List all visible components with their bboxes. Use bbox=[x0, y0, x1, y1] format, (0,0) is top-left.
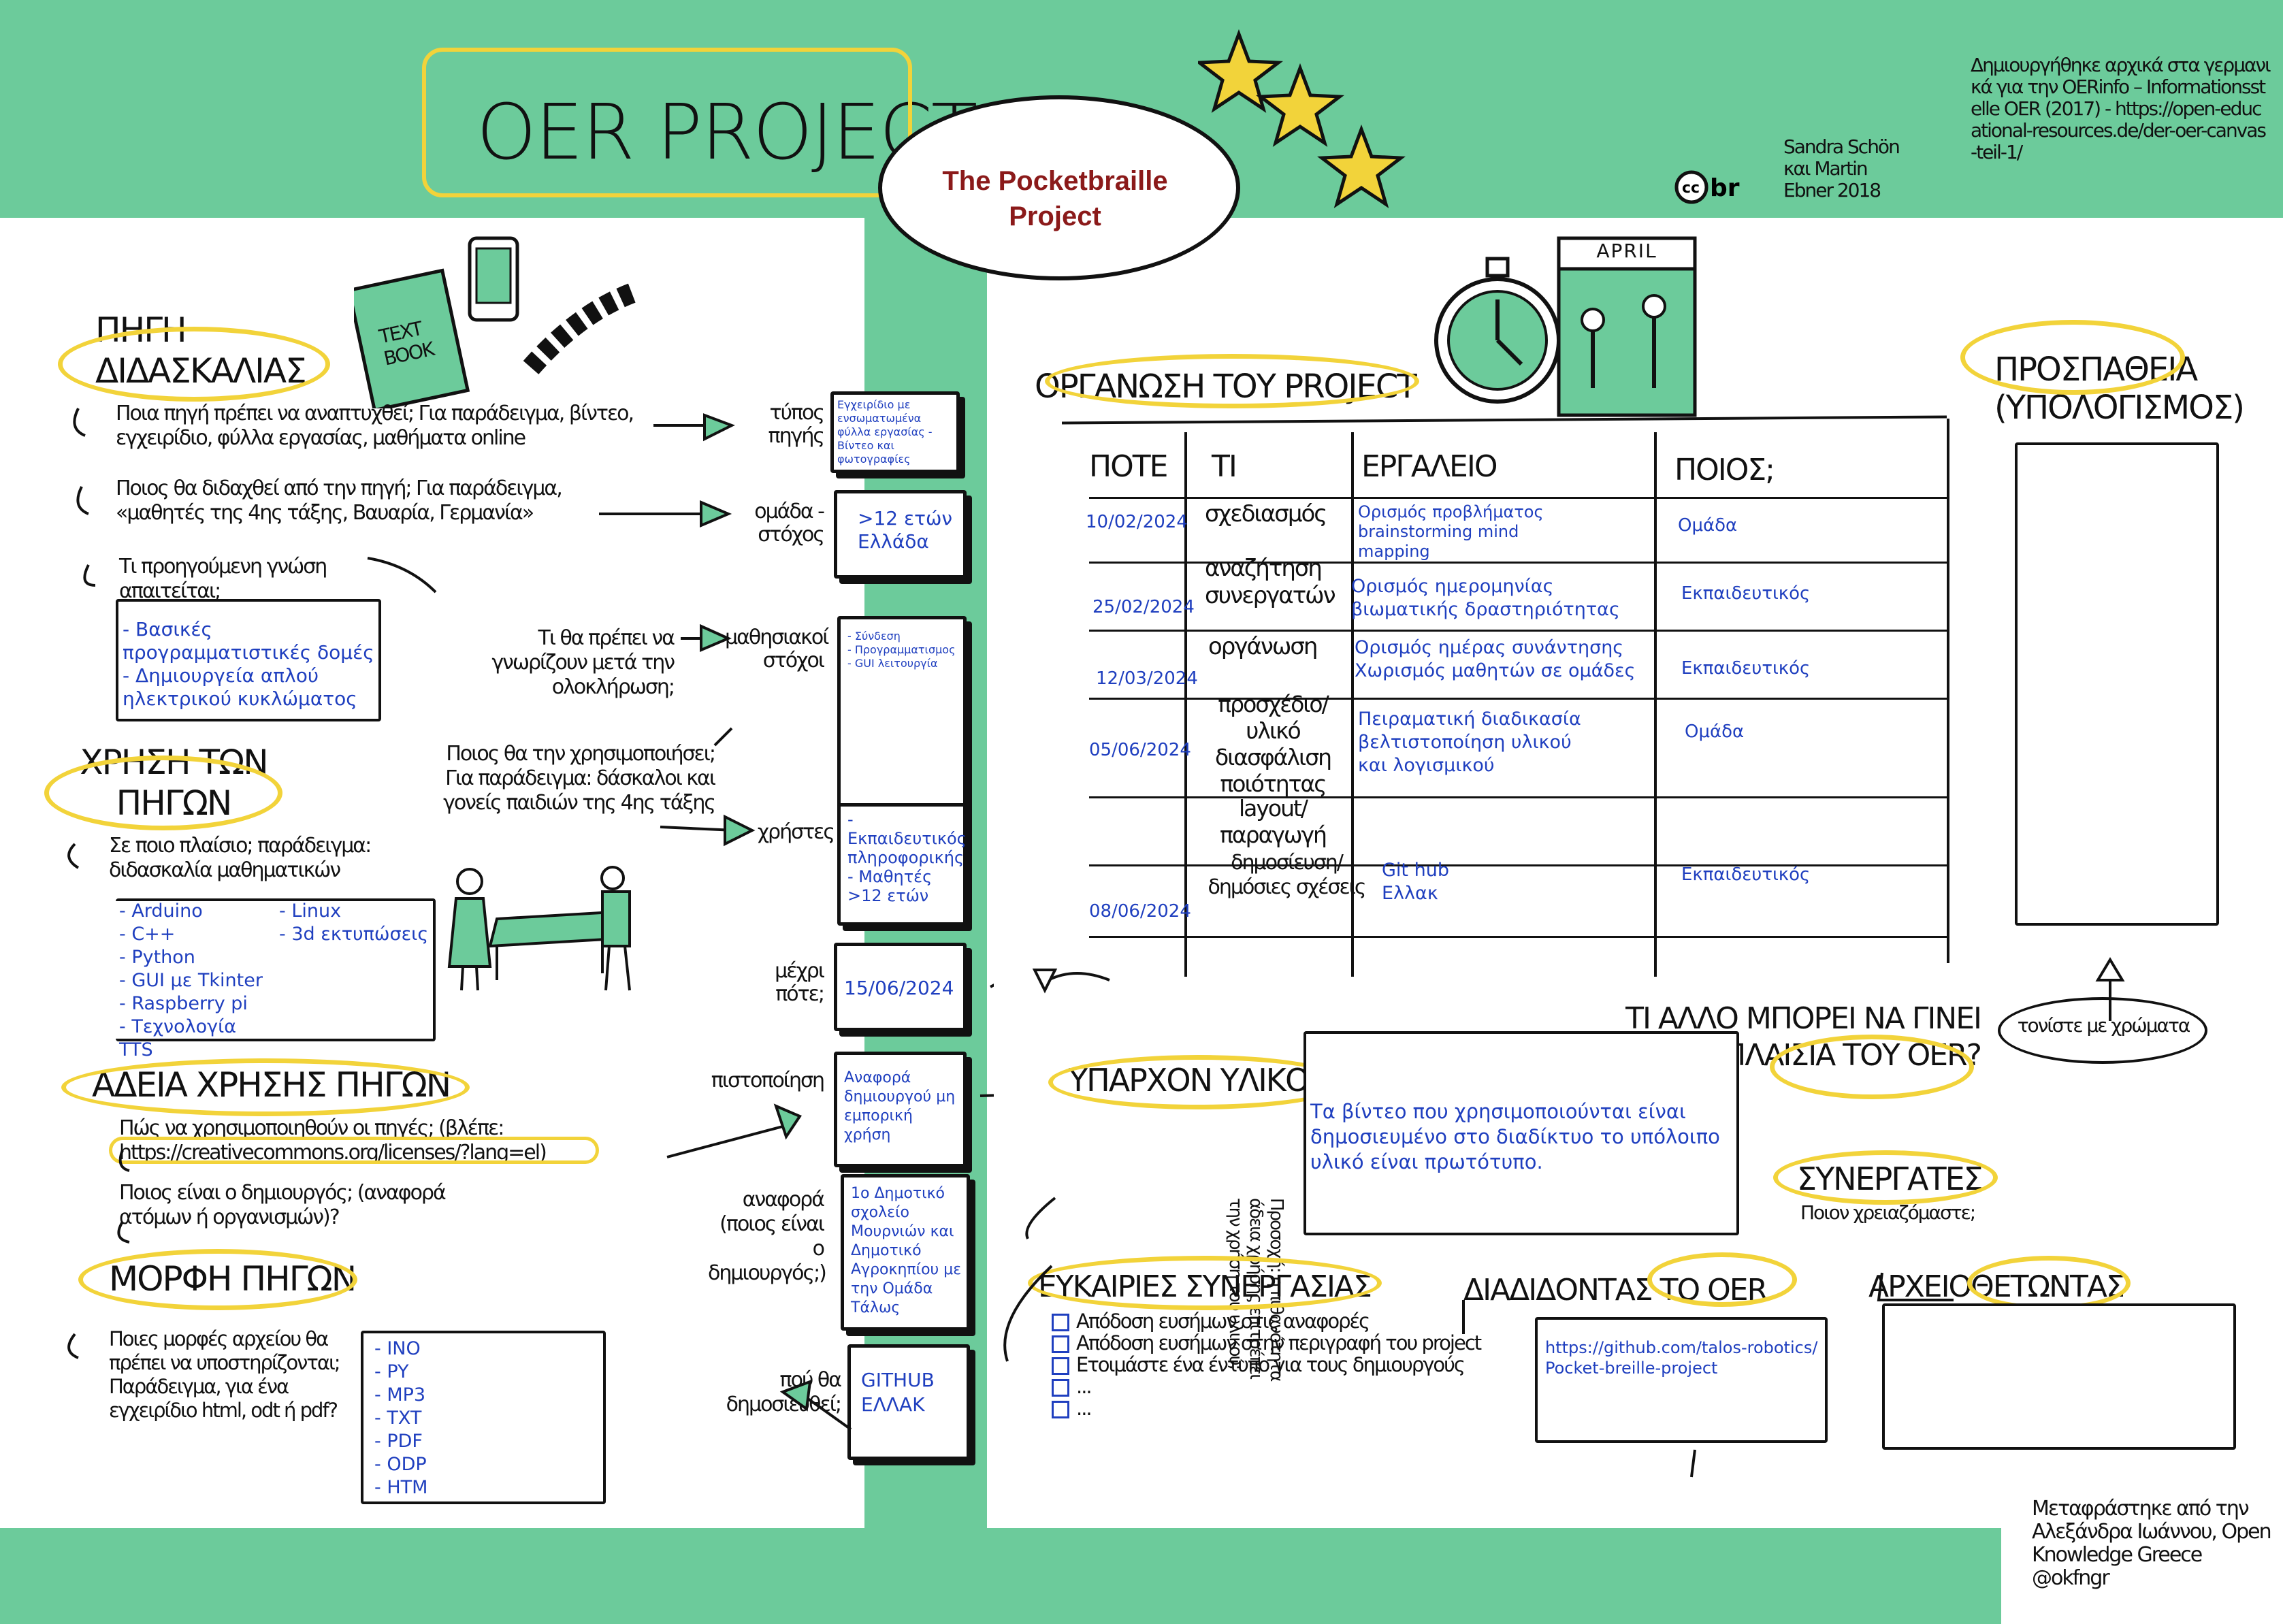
row-tool: Ορισμός προβλήματος brainstorming mind m… bbox=[1358, 502, 1544, 561]
row-who: Εκπαιδευτικός bbox=[1681, 583, 1811, 604]
col-when: ΠΟΤΕ bbox=[1089, 449, 1168, 484]
svg-text:cc: cc bbox=[1682, 180, 1700, 197]
col-tool: ΕΡΓΑΛΕΙΟ bbox=[1361, 449, 1497, 484]
row-what: αναζήτηση συνεργατών bbox=[1205, 555, 1336, 609]
footer-translated: Μεταφράστηκε από την Αλεξάνδρα Ιωάννου, … bbox=[2032, 1497, 2272, 1590]
col-who: ΠΟΙΟΣ; bbox=[1674, 453, 1775, 487]
effort-box[interactable] bbox=[2015, 442, 2219, 926]
col-what: ΤΙ bbox=[1212, 449, 1237, 484]
row-tool: Πειραματική διαδικασία βελτιστοποίηση υλ… bbox=[1358, 709, 1581, 776]
effort-heading-highlight bbox=[1960, 320, 2185, 395]
row-tool: Git hub Ελλακ bbox=[1382, 860, 1449, 904]
row-what: δημοσίευση/ δημόσιες σχέσεις bbox=[1208, 851, 1367, 899]
footer-band bbox=[0, 1528, 2001, 1624]
row-date: 05/06/2024 bbox=[1089, 740, 1191, 760]
row-date: 12/03/2024 bbox=[1096, 668, 1198, 689]
row-who: Εκπαιδευτικός bbox=[1681, 658, 1811, 679]
svg-text:br: br bbox=[1710, 174, 1740, 202]
row-date: 10/02/2024 bbox=[1086, 512, 1188, 532]
cc-by-icon: cc br bbox=[1674, 170, 1749, 204]
row-what: layout/ παραγωγή bbox=[1220, 795, 1327, 848]
row-what: σχεδιασμός bbox=[1205, 500, 1327, 527]
row-tool: Ορισμός ημερομηνίας βιωματικής δραστηριό… bbox=[1351, 576, 1620, 620]
right-arrow-icons bbox=[1003, 957, 2125, 1478]
calendar-label: APRIL bbox=[1596, 240, 1657, 262]
authors: Sandra Schön και Martin Ebner 2018 bbox=[1783, 135, 1900, 201]
stars-icon bbox=[1198, 29, 1406, 208]
row-who: Ομάδα bbox=[1678, 515, 1738, 536]
row-date: 08/06/2024 bbox=[1089, 901, 1191, 922]
org-heading-highlight bbox=[1045, 354, 1419, 408]
arrow-icons bbox=[67, 408, 994, 1431]
credit: Δημιουργήθηκε αρχικά στα γερμανικά για τ… bbox=[1971, 54, 2271, 163]
row-who: Εκπαιδευτικός bbox=[1681, 864, 1811, 885]
row-who: Ομάδα bbox=[1685, 721, 1745, 742]
row-tool: Ορισμός ημέρας συνάντησης Χωρισμός μαθητ… bbox=[1355, 637, 1636, 681]
row-date: 25/02/2024 bbox=[1092, 597, 1195, 617]
row-what: οργάνωση bbox=[1208, 633, 1318, 660]
row-what: προσχέδιο/ υλικό διασφάλιση ποιότητας bbox=[1214, 691, 1332, 797]
